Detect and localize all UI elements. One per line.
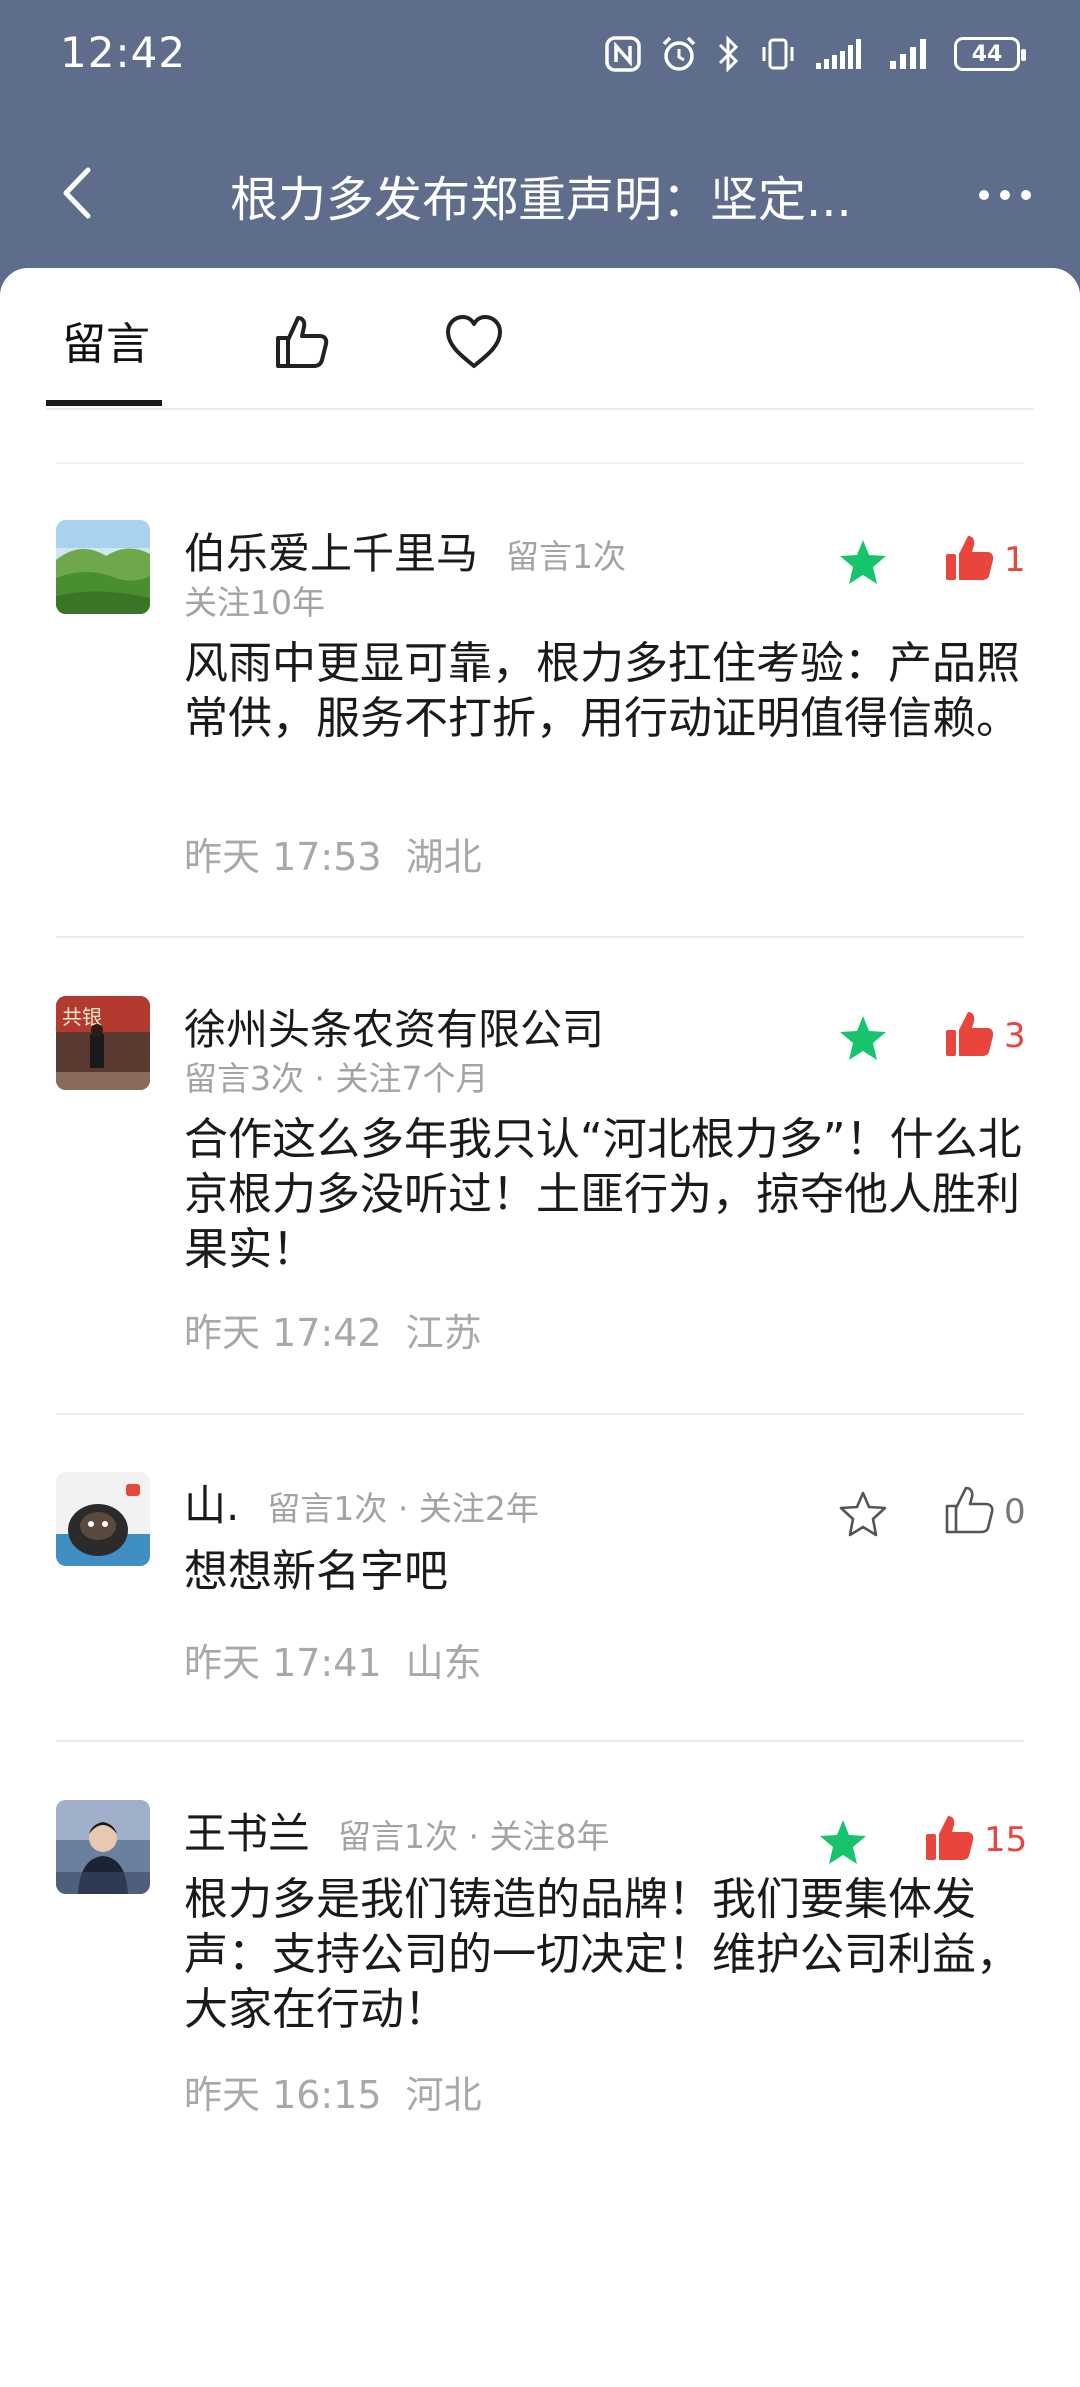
comments-sheet: 留言: [0, 268, 1080, 2387]
comment-footer: 昨天 17:42 江苏: [184, 1302, 482, 1357]
comment-region: 山东: [405, 1641, 482, 1685]
comment-region: 河北: [405, 2073, 482, 2117]
thumbs-up-icon: [276, 316, 329, 368]
like-filled-icon[interactable]: [944, 1008, 996, 1060]
active-tab-indicator: [46, 400, 162, 406]
alarm-icon: [662, 36, 696, 71]
like-count: 3: [1004, 1016, 1026, 1056]
back-arrow-icon: [63, 167, 91, 219]
status-time: 12:42: [60, 28, 187, 77]
star-filled-icon[interactable]: [838, 1014, 888, 1062]
comment-text: 合作这么多年我只认“河北根力多”！什么北京根力多没听过！土匪行为，掠夺他人胜利果…: [184, 1114, 1022, 1275]
like-filled-icon[interactable]: [944, 532, 996, 584]
divider: [56, 462, 1024, 464]
status-bar: 12:42 44: [0, 0, 1080, 110]
star-outline-icon[interactable]: [838, 1490, 888, 1538]
comment-footer: 昨天 17:41 山东: [184, 1632, 482, 1687]
divider: [56, 1413, 1024, 1415]
comment-text: 根力多是我们铸造的品牌！我们要集体发声：支持公司的一切决定！维护公司利益，大家在…: [184, 1874, 1020, 2035]
avatar-event-image: 共银: [56, 996, 150, 1090]
vibrate-icon: [762, 38, 794, 70]
avatar[interactable]: [56, 1472, 150, 1566]
like-count: 1: [1004, 540, 1026, 580]
comment-meta: 留言1次: [506, 537, 627, 576]
avatar-cartoon-image: [56, 1472, 150, 1566]
page-title: 根力多发布郑重声明：坚定...: [230, 172, 852, 228]
comment-time: 昨天 16:15: [184, 2073, 382, 2117]
status-icons: 44: [604, 30, 1026, 78]
like-outline-icon[interactable]: [944, 1484, 996, 1536]
battery-level: 44: [971, 41, 1003, 67]
comment-text: 风雨中更显可靠，根力多扛住考验：产品照常供，服务不打折，用行动证明值得信赖。: [184, 638, 1020, 744]
like-count: 15: [984, 1820, 1028, 1860]
more-button[interactable]: [970, 170, 1040, 220]
commenter-name[interactable]: 王书兰 留言1次 · 关注8年: [184, 1800, 609, 1861]
star-filled-icon[interactable]: [838, 538, 888, 586]
avatar[interactable]: [56, 1800, 150, 1894]
nfc-icon: [605, 36, 641, 72]
nav-bar: 根力多发布郑重声明：坚定...: [0, 130, 1080, 250]
comment-time: 昨天 17:42: [184, 1311, 382, 1355]
avatar[interactable]: [56, 520, 150, 614]
tab-likes[interactable]: [270, 310, 334, 374]
comment-meta: 关注10年: [184, 583, 325, 622]
heart-icon: [446, 315, 502, 368]
comment-region: 江苏: [405, 1311, 482, 1355]
avatar-landscape-image: [56, 520, 150, 614]
tab-bar: 留言: [46, 268, 1034, 410]
signal-icon-2: [890, 39, 926, 69]
bluetooth-icon: [718, 35, 739, 73]
comment-footer: 昨天 17:53 湖北: [184, 826, 482, 881]
comment-meta: 留言3次 · 关注7个月: [184, 1059, 489, 1098]
back-button[interactable]: [50, 158, 110, 228]
comment-meta: 留言1次 · 关注8年: [338, 1817, 610, 1856]
tab-favorites[interactable]: [442, 312, 506, 372]
divider: [56, 936, 1024, 938]
like-count: 0: [1004, 1492, 1026, 1532]
comment-region: 湖北: [405, 835, 482, 879]
star-filled-icon[interactable]: [818, 1818, 868, 1866]
comment-footer: 昨天 16:15 河北: [184, 2064, 482, 2119]
divider: [56, 1740, 1024, 1742]
commenter-name[interactable]: 徐州头条农资有限公司: [184, 996, 604, 1057]
comment-time: 昨天 17:41: [184, 1641, 382, 1685]
tab-comments[interactable]: 留言: [62, 308, 150, 372]
more-dots-icon: [979, 190, 1031, 200]
commenter-name-text: 山.: [184, 1481, 240, 1530]
battery-icon: 44: [954, 37, 1026, 71]
commenter-name-text: 伯乐爱上千里马: [184, 529, 479, 578]
avatar-portrait-image: [56, 1800, 150, 1894]
like-filled-icon[interactable]: [924, 1812, 976, 1864]
commenter-name[interactable]: 山. 留言1次 · 关注2年: [184, 1472, 539, 1533]
comment-meta: 留言1次 · 关注2年: [267, 1489, 539, 1528]
commenter-name[interactable]: 伯乐爱上千里马 留言1次: [184, 520, 626, 581]
signal-icon-1: [816, 39, 861, 69]
comment-time: 昨天 17:53: [184, 835, 382, 879]
comment-text: 想想新名字吧: [184, 1546, 448, 1597]
avatar[interactable]: 共银: [56, 996, 150, 1090]
commenter-name-text: 王书兰: [184, 1809, 311, 1858]
